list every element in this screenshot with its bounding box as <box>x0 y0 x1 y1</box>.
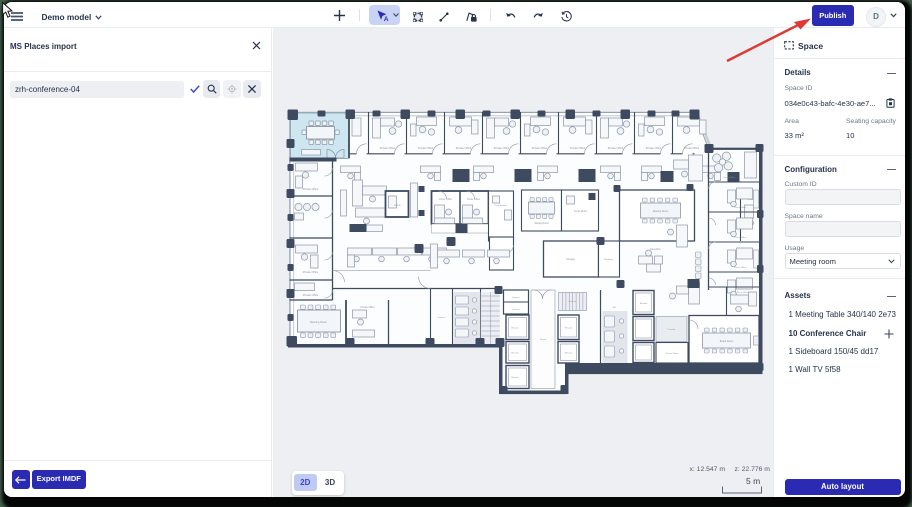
svg-text:A: A <box>383 16 388 21</box>
svg-text:Focus Office: Focus Office <box>723 177 736 179</box>
svg-text:Corridor: Corridor <box>668 328 676 331</box>
svg-text:Board Room: Board Room <box>720 340 733 343</box>
svg-text:Private Office: Private Office <box>303 270 319 274</box>
svg-text:Reception: Reception <box>650 248 661 251</box>
svg-text:Elevator: Elevator <box>640 302 648 305</box>
svg-text:Staircase: Staircase <box>568 300 577 303</box>
svg-text:WC: WC <box>613 307 617 309</box>
svg-text:Elevator: Elevator <box>511 351 519 354</box>
svg-text:Focus Office: Focus Office <box>467 199 481 201</box>
svg-text:Focus Room: Focus Room <box>574 211 587 213</box>
svg-text:Focus Office: Focus Office <box>737 292 749 294</box>
svg-text:Servers: Servers <box>512 308 519 311</box>
svg-text:Meeting Room: Meeting Room <box>653 210 669 213</box>
svg-text:Private Office: Private Office <box>380 146 396 150</box>
svg-text:Elevator: Elevator <box>511 376 519 379</box>
svg-text:Elevator: Elevator <box>565 351 573 354</box>
svg-text:Focus Office: Focus Office <box>735 207 747 209</box>
svg-text:Focus Office: Focus Office <box>439 199 453 201</box>
svg-text:Private Office: Private Office <box>303 187 319 191</box>
svg-text:Elevator: Elevator <box>511 326 519 329</box>
svg-text:Print Station: Print Station <box>495 204 508 207</box>
svg-text:Private Office: Private Office <box>532 146 548 150</box>
svg-text:Servers: Servers <box>512 296 519 299</box>
svg-text:Waiting Room: Waiting Room <box>534 222 548 225</box>
svg-text:Private Office: Private Office <box>360 306 375 309</box>
svg-text:Private Office: Private Office <box>646 146 662 150</box>
svg-text:Meeting Room: Meeting Room <box>310 320 327 324</box>
svg-text:Private Office: Private Office <box>418 146 434 150</box>
svg-text:Focus: Focus <box>394 205 401 207</box>
svg-text:Lockers: Lockers <box>438 316 447 319</box>
svg-text:Focus Office: Focus Office <box>735 237 747 239</box>
svg-text:Private Office: Private Office <box>456 146 472 150</box>
svg-text:Private Office: Private Office <box>303 293 319 297</box>
svg-text:Elevator: Elevator <box>565 326 573 329</box>
svg-text:Private Office: Private Office <box>608 146 624 150</box>
svg-text:Private Office: Private Office <box>494 146 510 150</box>
svg-text:Focus Office: Focus Office <box>735 267 747 269</box>
svg-text:Wardrobe: Wardrobe <box>604 258 614 261</box>
svg-text:Foyer: Foyer <box>540 338 546 341</box>
svg-text:Private Office: Private Office <box>570 146 586 150</box>
svg-text:Storage: Storage <box>566 258 575 261</box>
svg-text:Service Room: Service Room <box>666 353 679 355</box>
svg-text:Private Office: Private Office <box>684 146 700 150</box>
